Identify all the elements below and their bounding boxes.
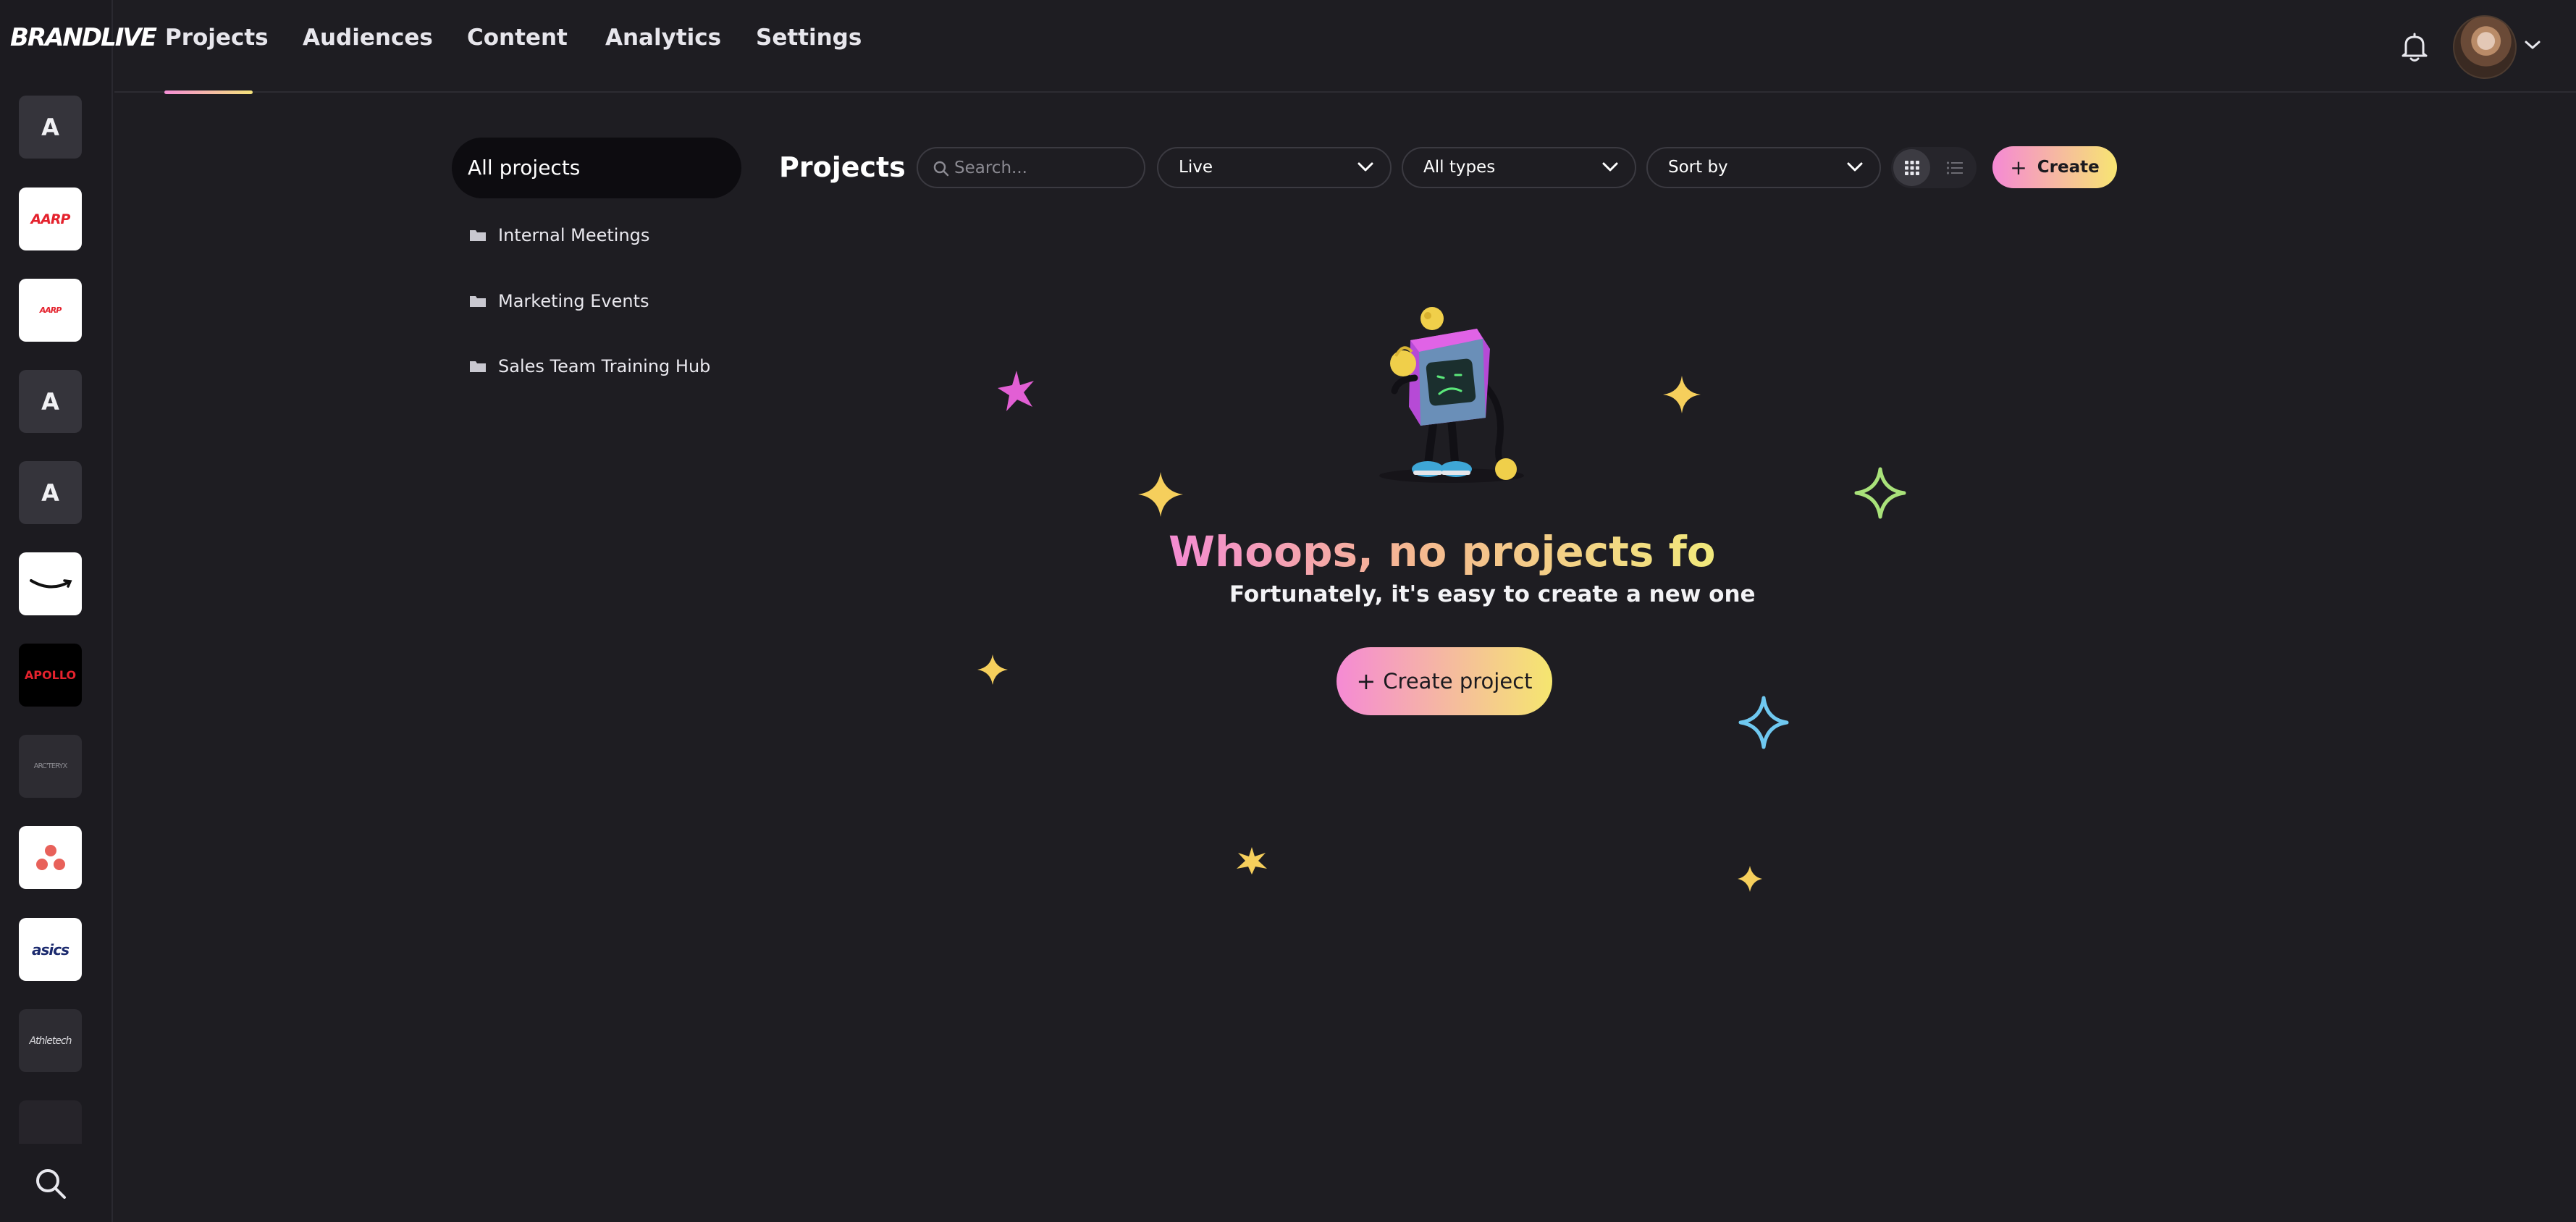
folder-item-marketing-events[interactable]: Marketing Events <box>469 287 649 316</box>
workspace-rail: BRANDLIVE A AARP AARP A A APOLLO ARC'TER… <box>0 0 157 1222</box>
folder-icon <box>470 230 486 241</box>
folder-item-sales-team-training-hub[interactable]: Sales Team Training Hub <box>469 352 710 381</box>
chevron-down-icon[interactable] <box>2524 39 2541 51</box>
type-filter-value: All types <box>1423 158 1496 177</box>
sort-select[interactable]: Sort by <box>1646 147 1881 188</box>
athletech-logo: Athletech <box>29 1035 72 1047</box>
asana-dots-icon <box>35 844 65 870</box>
workspace-tile-aarp-small[interactable]: AARP <box>19 279 82 342</box>
tab-projects[interactable]: Projects <box>165 22 269 54</box>
sad-computer-mascot-illustration <box>1379 307 1524 483</box>
folder-label: Sales Team Training Hub <box>498 356 711 376</box>
list-icon <box>1946 161 1963 174</box>
tab-audiences[interactable]: Audiences <box>303 22 433 54</box>
folder-label: Internal Meetings <box>498 225 650 245</box>
create-project-label: Create project <box>1383 669 1533 694</box>
tab-analytics[interactable]: Analytics <box>605 22 721 54</box>
workspace-tile-asics[interactable]: asics <box>19 918 82 981</box>
arcteryx-logo: ARC'TERYX <box>33 762 68 770</box>
list-view-button[interactable] <box>1936 149 1973 186</box>
gold-sparkle-icon <box>977 654 1008 685</box>
workspace-tile-a-1[interactable]: A <box>19 96 82 159</box>
create-project-button[interactable]: + Create project <box>1337 647 1552 715</box>
search-icon <box>933 161 949 177</box>
status-filter-select[interactable]: Live <box>1157 147 1392 188</box>
tab-settings[interactable]: Settings <box>756 22 862 54</box>
workspace-tile-asana[interactable] <box>19 826 82 889</box>
folder-icon <box>470 361 486 372</box>
pink-star-sparkle-icon <box>998 371 1034 411</box>
workspace-tile-amazon[interactable] <box>19 552 82 615</box>
workspace-tile-aarp[interactable]: AARP <box>19 187 82 250</box>
search-field[interactable] <box>917 147 1145 188</box>
all-projects-item[interactable]: All projects <box>452 138 741 198</box>
search-input[interactable] <box>954 154 1135 182</box>
page-title: Projects <box>779 151 906 183</box>
view-mode-toggle <box>1891 147 1977 188</box>
empty-state-subline: Fortunately, it's easy to create a new o… <box>1229 581 1756 607</box>
blue-outline-sparkle-icon <box>1738 696 1789 749</box>
grid-view-button[interactable] <box>1893 149 1930 186</box>
workspace-tile-apollo[interactable]: APOLLO <box>19 644 82 707</box>
notification-bell-icon[interactable] <box>2400 32 2429 62</box>
green-outline-sparkle-icon <box>1854 467 1906 519</box>
workspace-tile-a-3[interactable]: A <box>19 461 82 524</box>
chevron-down-icon <box>1847 162 1863 172</box>
plus-icon: + <box>2010 155 2027 180</box>
gold-burst-sparkle-icon <box>1237 847 1267 875</box>
sort-value: Sort by <box>1668 158 1728 177</box>
aarp-logo: AARP <box>30 211 71 227</box>
type-filter-select[interactable]: All types <box>1402 147 1636 188</box>
grid-icon <box>1904 160 1919 175</box>
aarp-logo-small: AARP <box>39 306 62 315</box>
user-avatar[interactable] <box>2453 15 2517 79</box>
status-filter-value: Live <box>1179 158 1213 177</box>
gold-sparkle-icon <box>1738 866 1762 892</box>
chevron-down-icon <box>1602 162 1618 172</box>
chevron-down-icon <box>1358 162 1373 172</box>
gold-sparkle-icon <box>1663 376 1701 413</box>
gold-sparkle-icon <box>1138 472 1183 517</box>
tab-content[interactable]: Content <box>467 22 568 54</box>
amazon-smile-icon <box>29 578 72 588</box>
asics-logo: asics <box>31 940 70 958</box>
apollo-logo: APOLLO <box>24 668 77 682</box>
workspace-tile-athletech[interactable]: Athletech <box>19 1009 82 1072</box>
create-button-label: Create <box>2037 158 2100 177</box>
folder-item-internal-meetings[interactable]: Internal Meetings <box>469 221 649 250</box>
workspace-tile-a-2[interactable]: A <box>19 370 82 433</box>
create-button[interactable]: + Create <box>1992 146 2117 188</box>
top-navigation: Projects Audiences Content Analytics Set… <box>114 0 2576 93</box>
workspace-tile-arcteryx[interactable]: ARC'TERYX <box>19 735 82 798</box>
folder-label: Marketing Events <box>498 291 649 311</box>
search-icon[interactable] <box>33 1166 69 1202</box>
workspace-tile-partial[interactable] <box>19 1100 82 1144</box>
brandlive-logo[interactable]: BRANDLIVE <box>10 22 157 54</box>
active-tab-indicator <box>164 90 253 94</box>
plus-icon: + <box>1356 667 1376 695</box>
empty-state-headline: Whoops, no projects found! <box>1169 527 1825 576</box>
folder-icon <box>470 296 486 307</box>
